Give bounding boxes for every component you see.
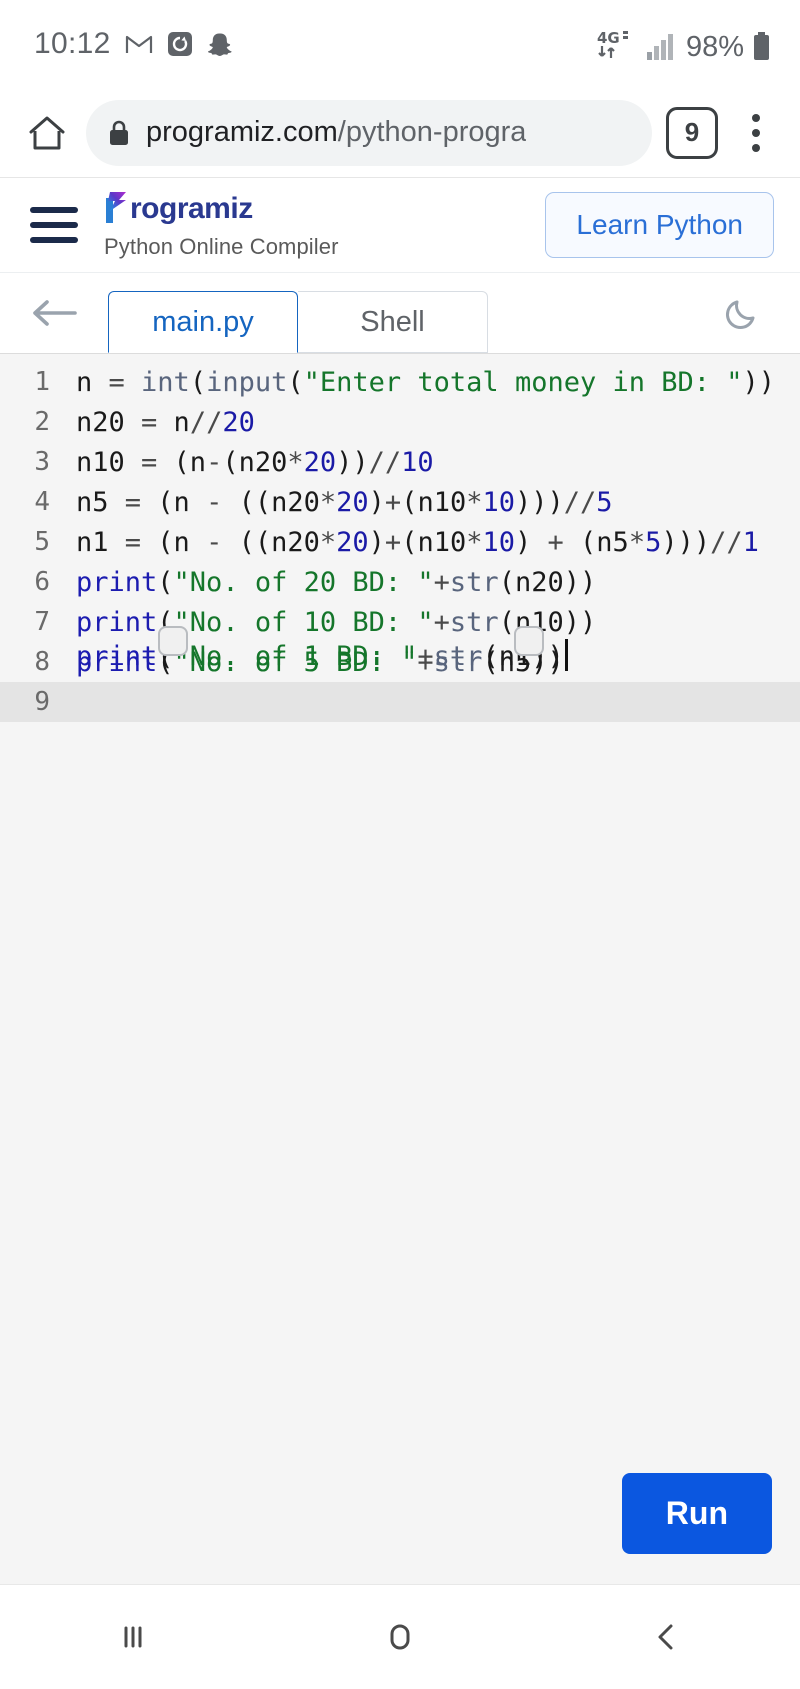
editor-toolbar: main.py Shell (0, 273, 800, 353)
4g-data-icon: 4G (596, 28, 638, 60)
run-bar: Run (621, 1473, 772, 1554)
code-text: n1 = (n - ((n20*20)+(n10*10) + (n5*5)))/… (76, 526, 759, 558)
back-arrow-icon[interactable] (24, 283, 84, 343)
phone-screen: 10:12 4G 98% programiz.com/python-progra… (0, 0, 800, 1689)
code-line: 4 n5 = (n - ((n20*20)+(n10*10)))//5 (0, 482, 800, 522)
code-text: n10 = (n-(n20*20))//10 (76, 446, 434, 478)
line-number: 7 (34, 607, 50, 637)
home-icon[interactable] (16, 102, 78, 164)
app-icon (167, 31, 193, 57)
run-button[interactable]: Run (621, 1473, 772, 1554)
status-bar-left: 10:12 (34, 27, 234, 61)
code-text: n5 = (n - ((n20*20)+(n10*10)))//5 (76, 486, 613, 518)
url-text: programiz.com/python-progra (146, 116, 526, 149)
code-text: print("No. of 1 BD: "+str(n1)) (68, 626, 568, 765)
status-bar-right: 4G 98% (596, 28, 770, 63)
back-chevron-icon[interactable] (612, 1597, 722, 1677)
overflow-menu-icon[interactable] (734, 105, 778, 161)
url-bar[interactable]: programiz.com/python-progra (86, 99, 652, 166)
line-number: 3 (34, 447, 50, 477)
tab-counter-button[interactable]: 9 (666, 106, 718, 159)
line-number: 1 (34, 367, 50, 397)
site-header: rogramiz Python Online Compiler Learn Py… (0, 178, 800, 273)
line-number: 2 (34, 407, 50, 437)
tab-main-py[interactable]: main.py (108, 291, 298, 353)
code-line: 2 n20 = n//20 (0, 402, 800, 442)
code-text: n = int(input("Enter total money in BD: … (76, 366, 776, 398)
logo-mark-icon (106, 192, 126, 223)
android-navigation-bar (0, 1584, 800, 1689)
svg-text:4G: 4G (597, 29, 620, 47)
code-line: 7 print("No. of 10 BD: "+str(n10)) (0, 602, 800, 642)
line-number: 4 (34, 487, 50, 517)
code-line: 5 n1 = (n - ((n20*20)+(n10*10) + (n5*5))… (0, 522, 800, 562)
code-line: 6 print("No. of 20 BD: "+str(n20)) (0, 562, 800, 602)
url-host: programiz.com (146, 116, 338, 148)
recents-icon[interactable] (78, 1597, 188, 1677)
url-path: /python-progra (337, 116, 527, 148)
site-subtitle: Python Online Compiler (104, 234, 339, 259)
status-bar: 10:12 4G 98% (0, 0, 800, 88)
text-cursor (564, 639, 568, 671)
home-circle-icon[interactable] (345, 1597, 455, 1677)
moon-icon[interactable] (712, 283, 772, 343)
code-line-active: 9 print("No. of 1 BD: "+str(n1)) (0, 626, 800, 722)
file-tabs: main.py Shell (108, 291, 488, 353)
learn-python-button[interactable]: Learn Python (545, 192, 774, 258)
selection-handle-end[interactable] (514, 626, 544, 656)
status-time: 10:12 (34, 27, 111, 60)
code-text: n20 = n//20 (76, 406, 255, 438)
line-number: 6 (34, 567, 50, 597)
line-number: 8 (34, 647, 50, 677)
battery-icon (753, 32, 770, 60)
hamburger-menu-icon[interactable] (24, 207, 86, 243)
tab-shell[interactable]: Shell (298, 291, 488, 353)
code-line: 1 n = int(input("Enter total money in BD… (0, 362, 800, 402)
line-number: 5 (34, 527, 50, 557)
selection-handle-start[interactable] (158, 626, 188, 656)
line-number: 9 (34, 687, 50, 717)
battery-percent: 98% (685, 31, 744, 63)
browser-toolbar: programiz.com/python-progra 9 (0, 88, 800, 178)
gmail-icon (125, 33, 153, 55)
brand-block: rogramiz Python Online Compiler (104, 190, 339, 260)
code-editor[interactable]: 1 n = int(input("Enter total money in BD… (0, 353, 800, 1584)
code-line: 3 n10 = (n-(n20*20))//10 (0, 442, 800, 482)
snapchat-icon (207, 31, 234, 58)
programiz-logo[interactable]: rogramiz (104, 190, 339, 224)
brand-wordmark: rogramiz (130, 192, 253, 225)
code-text: print("No. of 20 BD: "+str(n20)) (76, 566, 597, 598)
lock-icon (108, 119, 130, 146)
signal-bars-icon (646, 34, 677, 60)
